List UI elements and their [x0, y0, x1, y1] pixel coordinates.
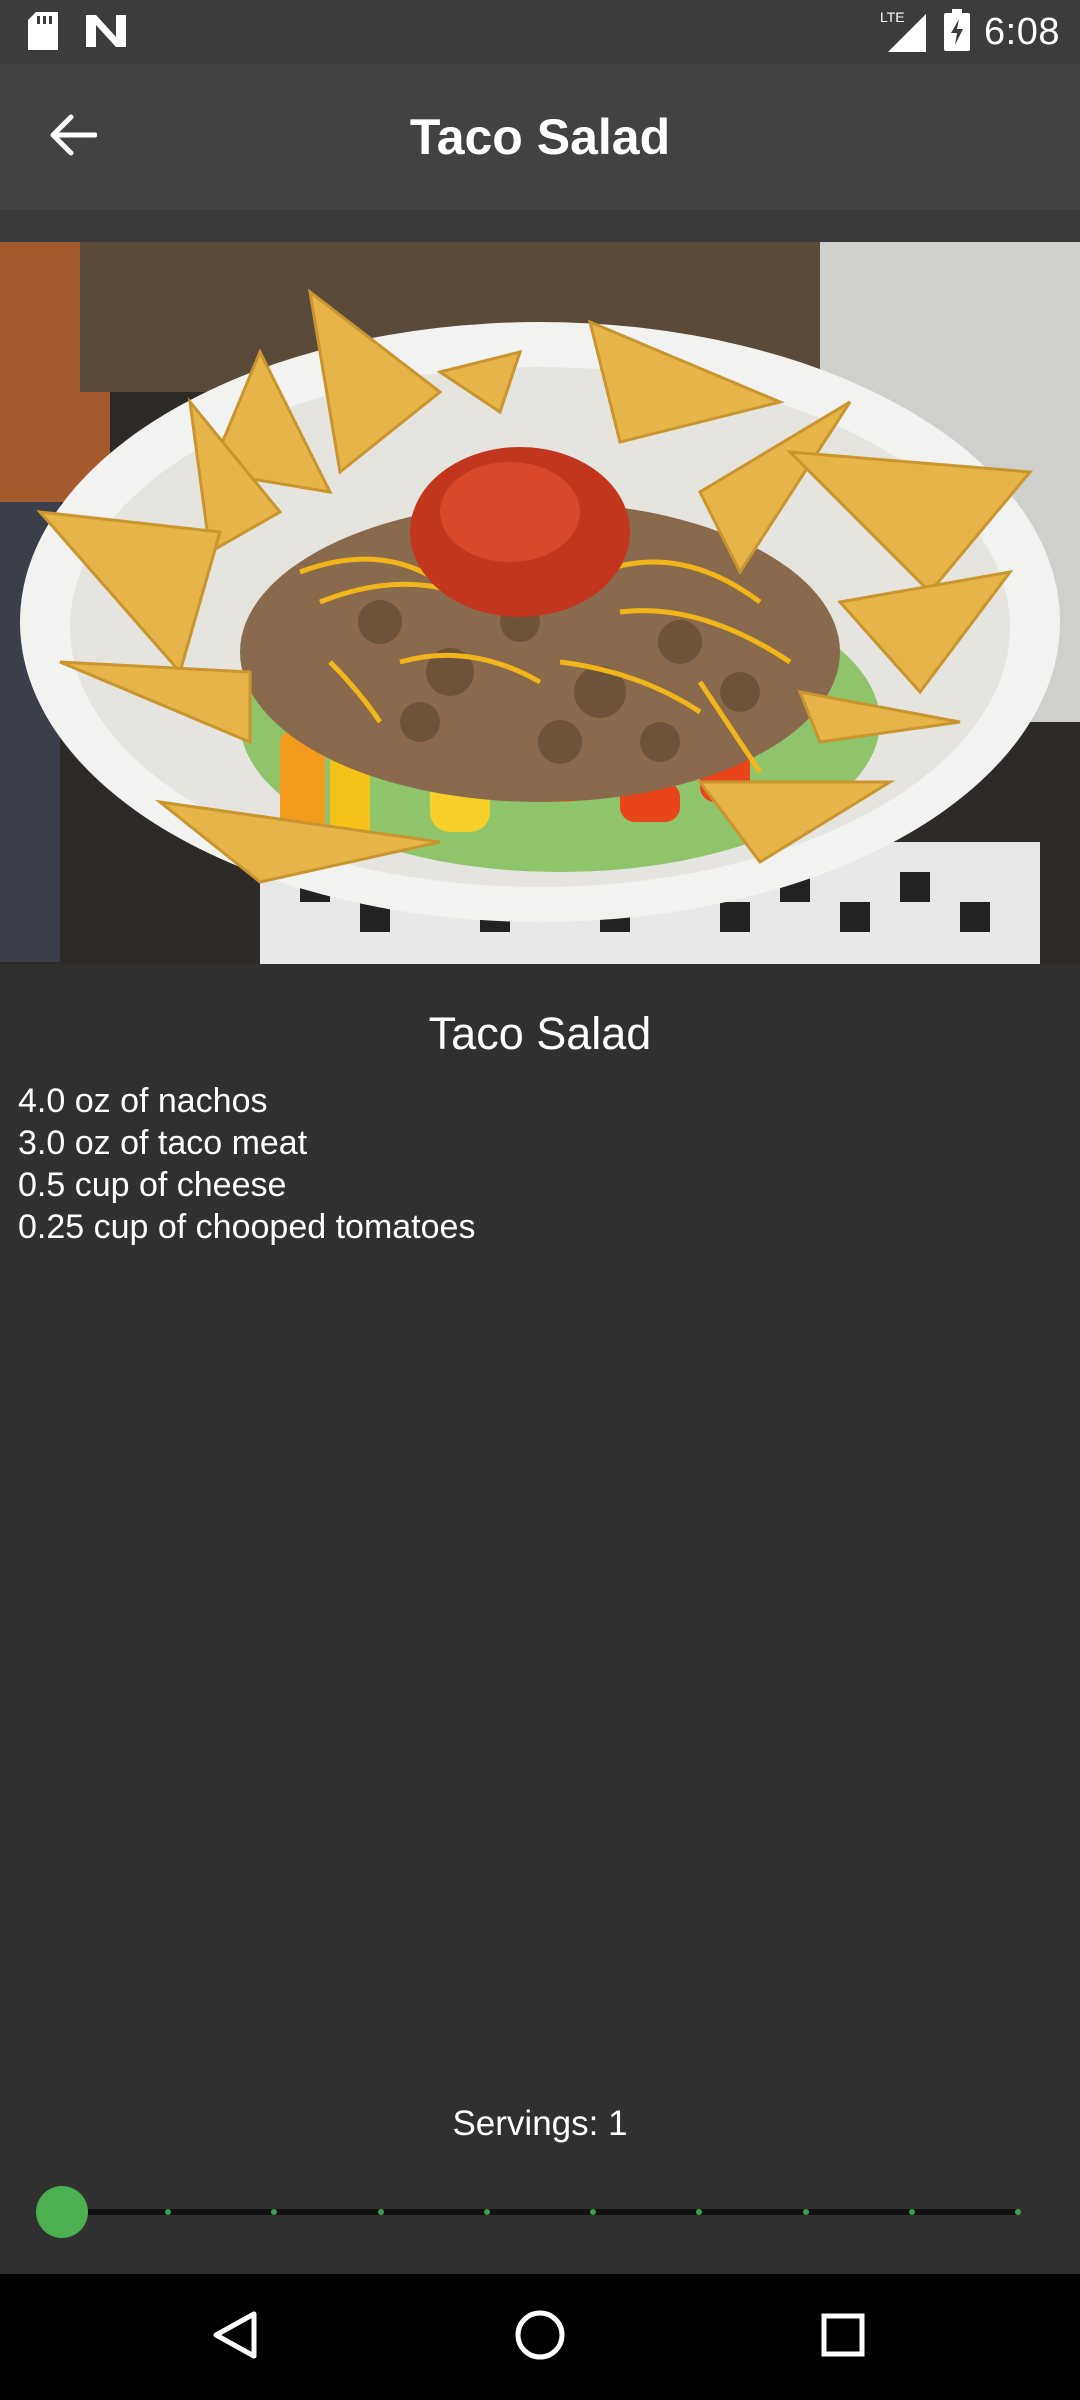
recipe-image [0, 242, 1080, 964]
status-bar: LTE 6:08 [0, 0, 1080, 64]
nav-recents-button[interactable] [810, 2304, 876, 2370]
sd-card-icon [28, 12, 58, 55]
ingredient-item: 0.5 cup of cheese [18, 1166, 287, 1204]
n-logo-icon [86, 15, 126, 52]
slider-track[interactable] [62, 2209, 1018, 2215]
lte-signal-icon: LTE [880, 8, 930, 57]
slider-thumb[interactable] [36, 2186, 88, 2238]
slider-tick [802, 2209, 809, 2215]
system-nav-bar [0, 2274, 1080, 2400]
ingredient-list: 4.0 oz of nachos 3.0 oz of taco meat 0.5… [18, 1080, 475, 1248]
nav-back-button[interactable] [202, 2304, 268, 2370]
status-time: 6:08 [984, 11, 1060, 53]
app-bar-divider [0, 210, 1080, 242]
recents-square-icon [820, 2312, 866, 2363]
slider-tick [1015, 2209, 1021, 2215]
ingredient-item: 3.0 oz of taco meat [18, 1124, 308, 1162]
recipe-title: Taco Salad [428, 1008, 652, 1059]
slider-tick [483, 2209, 490, 2215]
back-triangle-icon [212, 2310, 258, 2365]
battery-charging-icon [944, 9, 971, 56]
ingredient-item: 0.25 cup of chooped tomatoes [18, 1208, 476, 1246]
app-bar: Taco Salad [0, 64, 1080, 210]
nav-home-button[interactable] [507, 2304, 573, 2370]
servings-slider[interactable] [36, 2184, 1028, 2240]
ingredient-item: 4.0 oz of nachos [18, 1082, 268, 1120]
svg-text:LTE: LTE [880, 9, 905, 25]
home-circle-icon [514, 2309, 566, 2366]
servings-label: Servings: 1 [452, 2104, 628, 2143]
slider-tick [377, 2209, 384, 2215]
slider-tick [908, 2209, 915, 2215]
app-bar-title: Taco Salad [409, 109, 671, 165]
